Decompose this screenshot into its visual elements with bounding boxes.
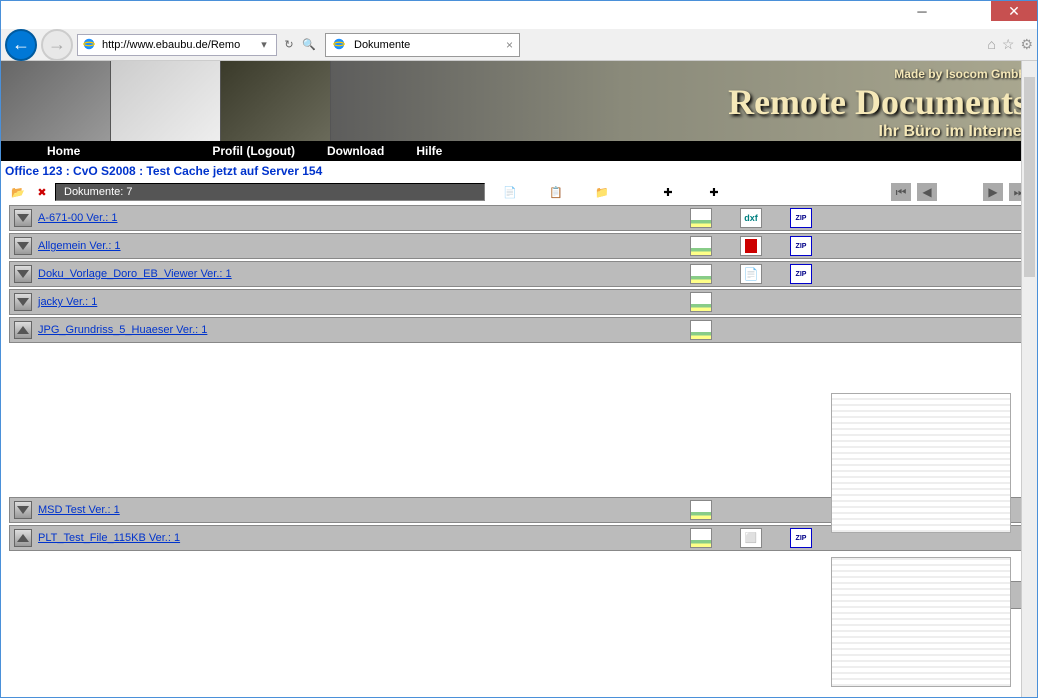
page-prev-button[interactable]: ◀ [917, 183, 937, 201]
window-minimize-button[interactable] [899, 1, 945, 21]
banner-photo [221, 61, 331, 141]
document-link[interactable]: PLT_Test_File_115KB Ver.: 1 [38, 532, 180, 544]
open-folder-icon[interactable]: 📁 [591, 182, 613, 202]
browser-tab[interactable]: Dokumente × [325, 33, 520, 57]
zip-icon[interactable] [790, 528, 812, 548]
tool-icon[interactable]: ✚ [703, 182, 725, 202]
favorites-icon[interactable]: ☆ [1002, 36, 1015, 53]
window-maximize-button[interactable] [945, 1, 991, 21]
search-button[interactable]: 🔍 [301, 37, 317, 53]
expand-arrow-icon[interactable] [14, 209, 32, 227]
document-row: Doku_Vorlage_Doro_EB_Viewer Ver.: 1 [9, 261, 1029, 287]
url-input[interactable] [102, 39, 252, 51]
document-link[interactable]: MSD Test Ver.: 1 [38, 504, 120, 516]
delete-icon[interactable]: ✖ [31, 182, 53, 202]
vertical-scrollbar[interactable] [1021, 61, 1037, 697]
doc-icon[interactable] [740, 264, 762, 284]
expand-arrow-icon[interactable] [14, 237, 32, 255]
plt-icon[interactable] [740, 528, 762, 548]
tbl-icon[interactable] [690, 208, 712, 228]
zip-icon[interactable] [790, 208, 812, 228]
document-preview [831, 393, 1011, 533]
ie-icon [82, 37, 98, 53]
tbl-icon[interactable] [690, 264, 712, 284]
menu-hilfe[interactable]: Hilfe [400, 144, 458, 158]
tab-title: Dokumente [354, 39, 410, 51]
browser-toolbar: ← → ▾ ↻ 🔍 Dokumente × ⌂ ☆ ⚙ [1, 29, 1037, 61]
document-link[interactable]: jacky Ver.: 1 [38, 296, 97, 308]
tbl-icon[interactable] [690, 320, 712, 340]
banner: Made by Isocom GmbH Remote Documents Ihr… [1, 61, 1037, 141]
toolbar-right-icons: ⌂ ☆ ⚙ [987, 36, 1033, 53]
action-toolbar: 📂 ✖ Dokumente: 7 📄 📋 📁 ✚ ✚ ⏮ ◀ ▶ ⏭ [1, 181, 1037, 203]
document-preview [831, 557, 1011, 687]
document-row: Allgemein Ver.: 1 [9, 233, 1029, 259]
home-icon[interactable]: ⌂ [987, 36, 995, 53]
page-content: Made by Isocom GmbH Remote Documents Ihr… [1, 61, 1037, 697]
ie-icon [332, 37, 348, 53]
page-first-button[interactable]: ⏮ [891, 183, 911, 201]
collapse-arrow-icon[interactable] [14, 529, 32, 547]
folder-up-icon[interactable]: 📂 [7, 182, 29, 202]
menu-profil[interactable]: Profil (Logout) [196, 144, 311, 158]
main-menu: Home Profil (Logout) Download Hilfe [1, 141, 1037, 161]
nav-forward-button: → [41, 29, 73, 61]
banner-title: Remote Documents [728, 81, 1027, 123]
tbl-icon[interactable] [690, 236, 712, 256]
dxf-icon[interactable] [740, 208, 762, 228]
zip-icon[interactable] [790, 236, 812, 256]
banner-photo [111, 61, 221, 141]
document-count-bar: Dokumente: 7 [55, 183, 485, 201]
banner-subtitle: Ihr Büro im Internet [728, 123, 1027, 141]
document-link[interactable]: Allgemein Ver.: 1 [38, 240, 121, 252]
tab-close-icon[interactable]: × [506, 38, 513, 52]
zip-icon[interactable] [790, 264, 812, 284]
breadcrumb: Office 123 : CvO S2008 : Test Cache jetz… [1, 161, 1037, 181]
nav-back-button[interactable]: ← [5, 29, 37, 61]
refresh-button[interactable]: ↻ [281, 37, 297, 53]
expand-arrow-icon[interactable] [14, 265, 32, 283]
document-link[interactable]: JPG_Grundriss_5_Huaeser Ver.: 1 [38, 324, 207, 336]
new-doc-icon[interactable]: 📄 [499, 182, 521, 202]
pdf-icon[interactable] [740, 236, 762, 256]
expand-arrow-icon[interactable] [14, 501, 32, 519]
document-link[interactable]: Doku_Vorlage_Doro_EB_Viewer Ver.: 1 [38, 268, 232, 280]
window-titlebar: ✕ [1, 1, 1037, 29]
menu-download[interactable]: Download [311, 144, 400, 158]
tool-icon[interactable]: ✚ [657, 182, 679, 202]
address-bar[interactable]: ▾ [77, 34, 277, 56]
tbl-icon[interactable] [690, 500, 712, 520]
tbl-icon[interactable] [690, 292, 712, 312]
document-row: jacky Ver.: 1 [9, 289, 1029, 315]
properties-icon[interactable]: 📋 [545, 182, 567, 202]
page-next-button[interactable]: ▶ [983, 183, 1003, 201]
tools-icon[interactable]: ⚙ [1020, 36, 1033, 53]
banner-made-by: Made by Isocom GmbH [728, 67, 1027, 81]
collapse-arrow-icon[interactable] [14, 321, 32, 339]
menu-home[interactable]: Home [31, 144, 96, 158]
tbl-icon[interactable] [690, 528, 712, 548]
url-dropdown-icon[interactable]: ▾ [256, 37, 272, 53]
expand-arrow-icon[interactable] [14, 293, 32, 311]
document-row: A-671-00 Ver.: 1 [9, 205, 1029, 231]
window-close-button[interactable]: ✕ [991, 1, 1037, 21]
banner-photo [1, 61, 111, 141]
document-row: JPG_Grundriss_5_Huaeser Ver.: 1 [9, 317, 1029, 343]
document-link[interactable]: A-671-00 Ver.: 1 [38, 212, 118, 224]
